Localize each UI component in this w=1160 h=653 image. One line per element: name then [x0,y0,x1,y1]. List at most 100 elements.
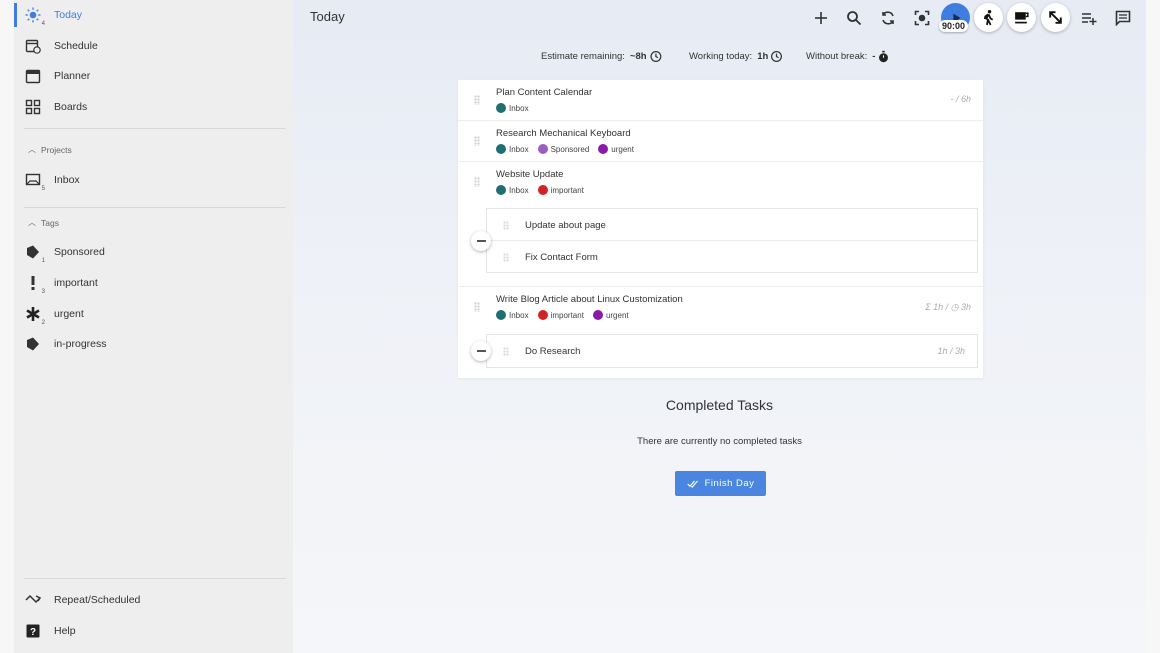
add-to-list-button[interactable] [1075,4,1103,32]
main-content: Today 90:00 Estimate remaining: ~8h Work… [293,0,1146,653]
asterisk-icon: 2 [24,305,45,326]
svg-text:?: ? [30,627,36,638]
calendar-clock-icon [24,37,42,55]
collapse-subtasks-button[interactable] [471,341,491,361]
history-icon [650,51,661,62]
double-check-icon [686,480,698,488]
asterisk-icon [598,144,609,154]
task-title[interactable]: Write Blog Article about Linux Customiza… [496,294,683,305]
tag-label: urgent [605,310,629,320]
tag-label: urgent [611,144,634,154]
drag-handle-icon[interactable] [474,177,480,187]
playlist-add-icon [1082,13,1097,25]
sidebar-item-planner[interactable]: Planner [24,64,90,88]
task-title[interactable]: Website Update [496,169,563,180]
subtask-title[interactable]: Fix Contact Form [525,252,598,263]
grid-icon [24,98,42,116]
sidebar-item-sponsored[interactable]: 1 Sponsored [24,240,105,264]
stat-value: - [872,51,876,62]
sidebar-item-inbox[interactable]: 5 Inbox [24,168,80,192]
notes-button[interactable] [1109,4,1137,32]
sidebar-item-schedule[interactable]: Schedule [24,34,98,58]
sidebar-item-label: Schedule [54,40,98,52]
subtask-time-estimate[interactable]: 1h / 3h [937,346,965,356]
task-title[interactable]: Plan Content Calendar [496,87,592,98]
subtask-list: Do Research 1h / 3h [486,334,978,368]
walk-break-button[interactable] [974,3,1003,32]
task-item-with-subtasks[interactable]: Write Blog Article about Linux Customiza… [458,287,983,378]
sync-button[interactable] [874,4,902,32]
subtask-title[interactable]: Do Research [525,346,580,357]
sync-icon [882,11,894,25]
task-item[interactable]: Plan Content Calendar Inbox - / 6h [458,80,983,121]
drag-handle-icon[interactable] [503,221,509,230]
without-break-stat: Without break: - [806,50,890,63]
sidebar-item-boards[interactable]: Boards [24,95,87,119]
task-item[interactable]: Research Mechanical Keyboard Inbox Spons… [458,121,983,162]
drag-handle-icon[interactable] [474,95,480,105]
task-title[interactable]: Research Mechanical Keyboard [496,128,631,139]
tag-important[interactable]: important [537,310,584,320]
chevron-up-icon: ︿ [28,218,36,227]
sidebar-item-today[interactable]: 4 Today [13,3,83,27]
task-tags: Inbox [496,103,538,113]
tag-inbox[interactable]: Inbox [496,185,529,195]
tag-label: Inbox [509,103,529,113]
tag-inbox[interactable]: Inbox [496,310,529,320]
sidebar-item-label: Today [54,9,83,21]
tag-sponsored[interactable]: Sponsored [537,144,590,154]
stat-label: Without break: [806,51,868,62]
subtask-title[interactable]: Update about page [525,220,606,231]
drag-handle-icon[interactable] [474,302,480,312]
task-time-estimate[interactable]: - / 6h [950,94,971,104]
drag-handle-icon[interactable] [503,253,509,262]
search-button[interactable] [840,4,868,32]
sidebar-item-urgent[interactable]: 2 urgent [24,302,84,326]
expand-button[interactable] [1041,3,1070,32]
inbox-icon [496,310,506,320]
sidebar-item-label: Sponsored [54,246,105,258]
tag-label: Sponsored [550,144,590,154]
sidebar-item-label: Help [54,625,76,637]
chevron-up-icon: ︿ [28,145,36,154]
projects-header[interactable]: ︿ Projects [28,144,72,155]
subtask-item[interactable]: Update about page [487,209,977,241]
sidebar-item-label: urgent [54,308,84,320]
exclamation-icon [537,310,548,320]
tag-urgent[interactable]: urgent [592,310,629,320]
inbox-icon [496,103,506,113]
focus-mode-button[interactable] [908,4,936,32]
tag-urgent[interactable]: urgent [598,144,634,154]
tag-icon [24,335,42,353]
task-item-with-subtasks[interactable]: Website Update Inbox important Update ab… [458,162,983,287]
tag-icon: 1 [24,243,45,264]
tags-header[interactable]: ︿ Tags [28,217,59,228]
expand-diagonal-icon [1049,11,1062,24]
inbox-icon [496,185,506,195]
stat-value: ~8h [629,51,647,62]
plus-icon [815,12,827,24]
repeat-icon [24,591,42,609]
tag-inbox[interactable]: Inbox [496,144,529,154]
sidebar-item-label: Inbox [54,174,80,186]
tag-inbox[interactable]: Inbox [496,103,529,113]
sidebar-item-label: Planner [54,70,91,82]
collapse-subtasks-button[interactable] [471,231,491,251]
focus-icon [914,10,930,26]
drag-handle-icon[interactable] [503,347,509,356]
subtask-item[interactable]: Fix Contact Form [487,241,977,273]
sidebar-item-important[interactable]: 3 important [24,271,98,295]
tag-important[interactable]: important [537,185,584,195]
sidebar-item-help[interactable]: ? Help [24,619,76,643]
add-task-button[interactable] [807,4,835,32]
sidebar-item-repeat-scheduled[interactable]: Repeat/Scheduled [24,588,140,612]
task-time-estimate[interactable]: Σ 1h / ◷ 3h [925,302,971,313]
drag-handle-icon[interactable] [474,136,480,146]
completed-tasks-heading: Completed Tasks [665,397,774,413]
finish-day-button[interactable]: Finish Day [675,471,766,496]
sidebar-item-in-progress[interactable]: in-progress [24,332,107,356]
stat-value: 1h [757,51,769,62]
subtask-item[interactable]: Do Research 1h / 3h [487,335,977,367]
no-completed-tasks-text: There are currently no completed tasks [637,436,802,447]
coffee-break-button[interactable] [1007,3,1036,32]
